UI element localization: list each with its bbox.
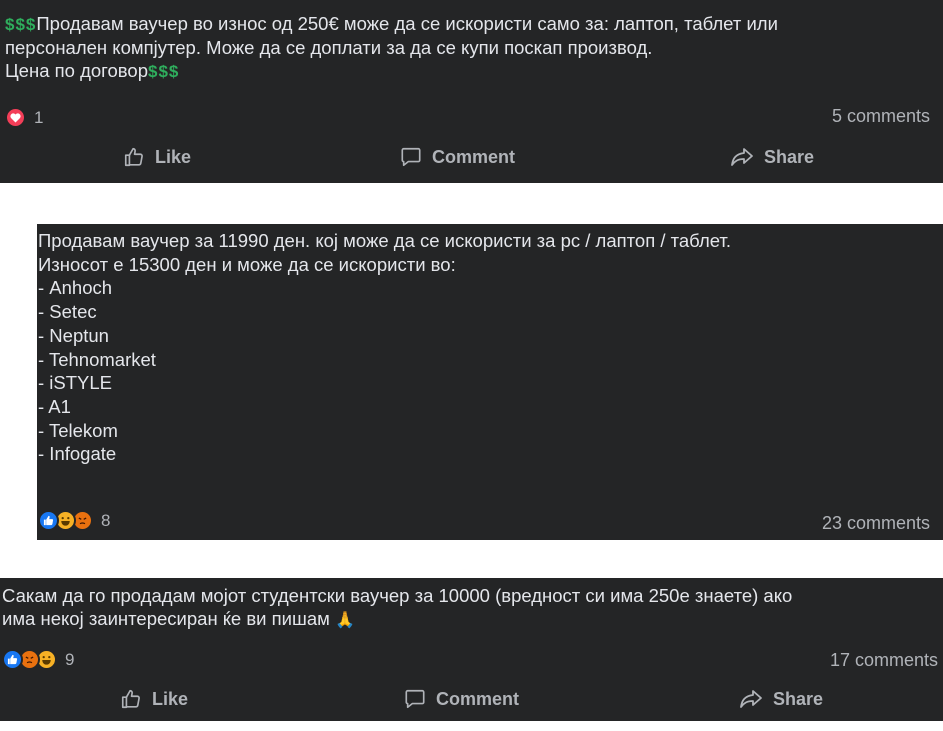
like-button[interactable]: Like xyxy=(120,688,188,710)
praying-hands-emoji: 🙏 xyxy=(334,612,355,629)
heart-icon xyxy=(5,107,26,128)
share-label: Share xyxy=(773,688,824,709)
comments-count-link[interactable]: 17 comments xyxy=(830,650,938,671)
comment-label: Comment xyxy=(432,146,516,167)
like-label: Like xyxy=(155,146,192,167)
like-icon xyxy=(2,649,23,670)
share-label: Share xyxy=(764,146,815,167)
post-text: Продавам ваучер за 11990 ден. кој може д… xyxy=(38,230,731,465)
comment-bubble-icon xyxy=(405,689,425,709)
post-card: $$$Продавам ваучер во износ од 250€ може… xyxy=(0,0,943,183)
like-label: Like xyxy=(152,688,189,709)
comment-bubble-icon xyxy=(401,147,421,167)
thumbs-up-icon xyxy=(124,147,143,167)
comment-label: Comment xyxy=(436,688,520,709)
comments-count-link[interactable]: 5 comments xyxy=(832,106,930,127)
post-card: Сакам да го продадам мојот студентски ва… xyxy=(0,578,943,721)
comments-count-link[interactable]: 23 comments xyxy=(822,513,930,534)
thumbs-up-icon xyxy=(121,689,140,709)
dollar-emoji: $$$ xyxy=(147,62,180,81)
dollar-emoji: $$$ xyxy=(5,15,37,34)
comment-button[interactable]: Comment xyxy=(400,146,515,168)
reaction-summary[interactable]: 8 xyxy=(38,510,110,531)
share-button[interactable]: Share xyxy=(730,146,814,168)
like-button[interactable]: Like xyxy=(123,146,191,168)
post-text: Сакам да го продадам мојот студентски ва… xyxy=(2,585,793,629)
post-card: Продавам ваучер за 11990 ден. кој може д… xyxy=(37,224,943,540)
reaction-count: 1 xyxy=(34,107,44,127)
reaction-count: 9 xyxy=(65,649,75,669)
post-text: $$$Продавам ваучер во износ од 250€ може… xyxy=(5,13,778,81)
comment-button[interactable]: Comment xyxy=(404,688,519,710)
share-arrow-icon xyxy=(740,690,762,708)
share-arrow-icon xyxy=(731,148,753,166)
share-button[interactable]: Share xyxy=(739,688,823,710)
reaction-summary[interactable]: 1 xyxy=(5,107,43,128)
reaction-summary[interactable]: 9 xyxy=(2,649,74,670)
like-icon xyxy=(38,510,59,531)
reaction-count: 8 xyxy=(101,510,111,530)
